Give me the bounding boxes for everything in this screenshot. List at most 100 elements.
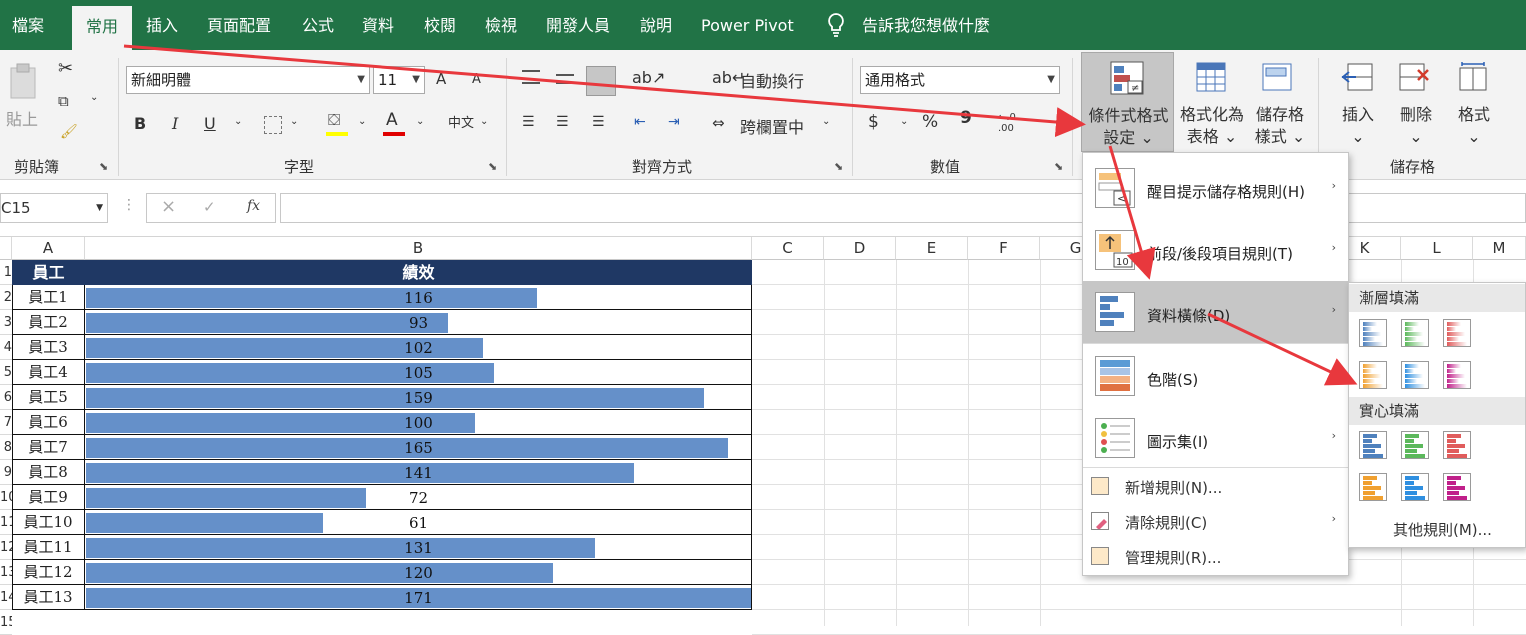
tab-help[interactable]: 說明 (640, 0, 672, 50)
gradient-data-bar-swatch[interactable] (1401, 319, 1429, 347)
row-header[interactable]: 13 (0, 560, 12, 585)
row-header[interactable]: 6 (0, 385, 12, 410)
align-middle-icon[interactable] (556, 74, 574, 84)
column-header-l[interactable]: L (1401, 237, 1473, 260)
align-top-icon[interactable] (522, 70, 540, 84)
chevron-down-icon[interactable]: ⌄ (480, 116, 488, 127)
employee-cell[interactable]: 員工11 (12, 535, 85, 560)
tab-developer[interactable]: 開發人員 (546, 0, 610, 50)
chevron-down-icon[interactable]: ⌄ (900, 116, 908, 127)
tell-me-search[interactable]: 告訴我您想做什麼 (862, 0, 990, 50)
employee-cell[interactable]: 員工7 (12, 435, 85, 460)
number-format-combo[interactable]: 通用格式 ▼ (860, 66, 1060, 94)
row-header[interactable]: 8 (0, 435, 12, 460)
performance-cell[interactable]: 61 (85, 510, 752, 535)
row-header[interactable]: 2 (0, 285, 12, 310)
tab-file[interactable]: 檔案 (12, 0, 44, 50)
number-launcher-icon[interactable]: ⬊ (1054, 160, 1063, 173)
column-header-b[interactable]: B (85, 237, 752, 260)
row-header[interactable]: 4 (0, 335, 12, 360)
solid-data-bar-swatch[interactable] (1401, 431, 1429, 459)
top-bottom-rules-item[interactable]: 10 前段/後段項目規則(T) › (1083, 219, 1348, 281)
borders-icon[interactable] (264, 116, 282, 134)
tab-insert[interactable]: 插入 (146, 0, 178, 50)
gradient-data-bar-swatch[interactable] (1443, 319, 1471, 347)
orientation-icon[interactable]: ab↗ (632, 68, 665, 87)
clipboard-launcher-icon[interactable]: ⬊ (99, 160, 108, 173)
employee-cell[interactable]: 員工12 (12, 560, 85, 585)
bold-button[interactable]: B (134, 114, 146, 133)
chevron-down-icon[interactable]: ⌄ (290, 116, 298, 127)
column-header-f[interactable]: F (968, 237, 1040, 260)
font-size-combo[interactable]: 11 ▼ (373, 66, 425, 94)
new-rule-item[interactable]: 新增規則(N)... (1083, 469, 1348, 503)
chevron-down-icon[interactable]: ⌄ (234, 116, 242, 127)
performance-cell[interactable]: 141 (85, 460, 752, 485)
solid-data-bar-swatch[interactable] (1359, 431, 1387, 459)
format-cells-button[interactable]: 格式 ⌄ (1446, 52, 1502, 152)
gradient-data-bar-swatch[interactable] (1359, 319, 1387, 347)
performance-cell[interactable]: 93 (85, 310, 752, 335)
data-bars-item[interactable]: 資料橫條(D) › (1083, 281, 1348, 343)
row-header[interactable]: 7 (0, 410, 12, 435)
employee-cell[interactable]: 員工6 (12, 410, 85, 435)
employee-cell[interactable]: 員工4 (12, 360, 85, 385)
icon-sets-item[interactable]: 圖示集(I) › (1083, 407, 1348, 469)
merge-center-icon[interactable]: ⇔ (712, 114, 725, 132)
grow-font-button[interactable]: A (436, 70, 446, 88)
solid-data-bar-swatch[interactable] (1443, 431, 1471, 459)
align-right-icon[interactable]: ☰ (592, 114, 605, 130)
insert-cells-button[interactable]: 插入 ⌄ (1330, 52, 1386, 152)
currency-button[interactable]: $ (868, 112, 879, 132)
paste-button[interactable]: 貼上 (6, 106, 38, 130)
format-as-table-button[interactable]: 格式化為 表格 ⌄ (1176, 52, 1248, 152)
percent-button[interactable]: % (922, 112, 938, 132)
cancel-icon[interactable]: × (161, 196, 176, 217)
format-painter-icon[interactable]: 🖌 (60, 124, 78, 140)
solid-data-bar-swatch[interactable] (1401, 473, 1429, 501)
tab-power-pivot[interactable]: Power Pivot (701, 0, 794, 50)
shrink-font-button[interactable]: A (472, 72, 481, 87)
solid-data-bar-swatch[interactable] (1443, 473, 1471, 501)
name-box[interactable]: C15 ▼ (0, 193, 108, 223)
clear-rules-item[interactable]: 清除規則(C) › (1083, 504, 1348, 538)
conditional-formatting-button[interactable]: ≠ 條件式格式 設定 ⌄ (1081, 52, 1174, 152)
font-launcher-icon[interactable]: ⬊ (488, 160, 497, 173)
employee-cell[interactable]: 員工2 (12, 310, 85, 335)
gradient-data-bar-swatch[interactable] (1401, 361, 1429, 389)
italic-button[interactable]: I (172, 114, 178, 133)
fill-color-icon[interactable]: ⛋ (328, 110, 340, 130)
column-header-d[interactable]: D (824, 237, 896, 260)
align-center-icon[interactable]: ☰ (556, 114, 569, 130)
performance-cell[interactable]: 120 (85, 560, 752, 585)
column-header-e[interactable]: E (896, 237, 968, 260)
align-left-icon[interactable]: ☰ (522, 114, 535, 130)
delete-cells-button[interactable]: 刪除 ⌄ (1388, 52, 1444, 152)
underline-button[interactable]: U (204, 114, 216, 133)
gradient-data-bar-swatch[interactable] (1359, 361, 1387, 389)
column-header-m[interactable]: M (1473, 237, 1526, 260)
chevron-down-icon[interactable]: ⌄ (822, 116, 830, 127)
copy-dropdown-icon[interactable]: ⌄ (90, 92, 98, 103)
select-all-corner[interactable] (0, 237, 12, 260)
phonetic-icon[interactable]: 中文 (448, 112, 474, 131)
row-header[interactable]: 11 (0, 510, 12, 535)
performance-cell[interactable]: 72 (85, 485, 752, 510)
performance-cell[interactable]: 105 (85, 360, 752, 385)
employee-cell[interactable]: 員工5 (12, 385, 85, 410)
insert-function-icon[interactable]: fx (247, 198, 260, 214)
employee-cell[interactable]: 員工1 (12, 285, 85, 310)
wrap-text-button[interactable]: 自動換行 (740, 68, 804, 92)
column-header-c[interactable]: C (752, 237, 824, 260)
copy-icon[interactable]: ⧉ (58, 92, 69, 110)
manage-rules-item[interactable]: 管理規則(R)... (1083, 539, 1348, 573)
employee-cell[interactable]: 員工9 (12, 485, 85, 510)
font-color-button[interactable]: A (386, 110, 398, 130)
comma-style-button[interactable]: 9 (960, 108, 972, 128)
tab-review[interactable]: 校閱 (424, 0, 456, 50)
chevron-down-icon[interactable]: ⌄ (416, 116, 424, 127)
merge-center-button[interactable]: 跨欄置中 (740, 114, 804, 138)
tab-page-layout[interactable]: 頁面配置 (207, 0, 271, 50)
row-header[interactable]: 10 (0, 485, 12, 510)
highlight-cells-rules-item[interactable]: < 醒目提示儲存格規則(H) › (1083, 157, 1348, 219)
